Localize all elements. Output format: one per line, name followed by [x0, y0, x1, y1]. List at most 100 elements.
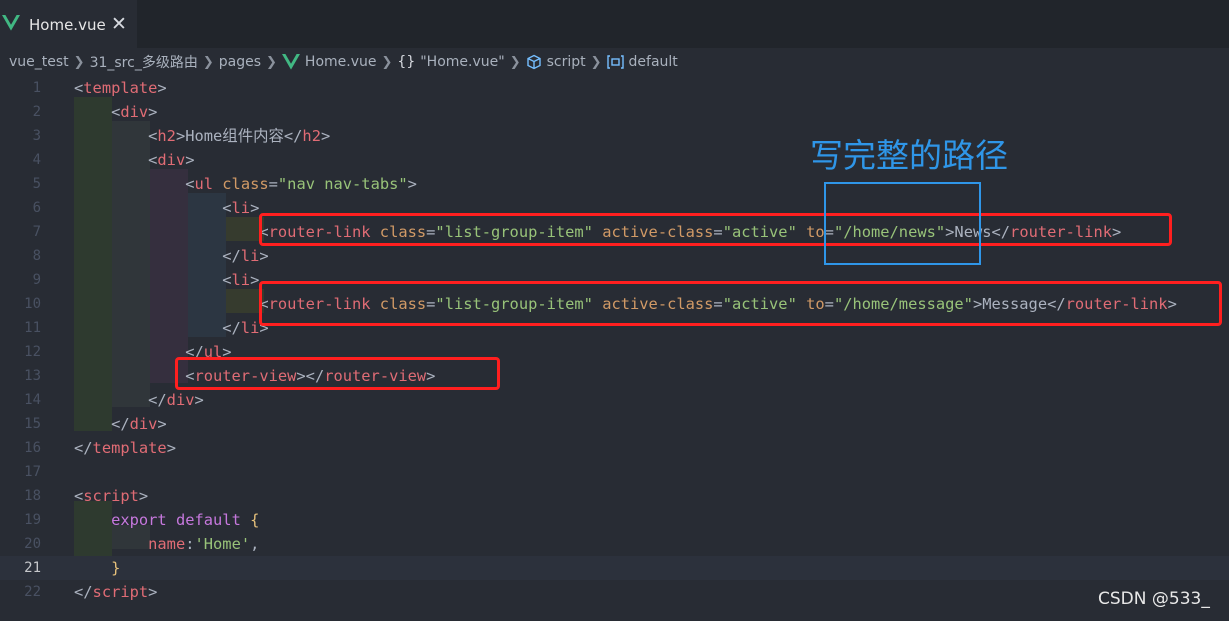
code-token: > [1111, 223, 1122, 241]
line-number: 13 [24, 368, 41, 384]
line-number: 14 [24, 392, 41, 408]
code-token: div [166, 391, 195, 409]
variable-icon [606, 55, 624, 69]
breadcrumb-item[interactable]: vue_test [9, 54, 69, 70]
code-token: active-class [592, 295, 714, 313]
code-token: "list-group-item" [435, 223, 593, 241]
code-token: > [320, 127, 331, 145]
code-text: </template> [74, 436, 176, 460]
code-token: class [370, 295, 427, 313]
chevron-right-icon: ❯ [381, 54, 393, 70]
breadcrumb: vue_test ❯ 31_src_多级路由 ❯ pages ❯ Home.vu… [9, 51, 678, 73]
code-token: </ [74, 439, 93, 457]
line-number: 10 [24, 296, 41, 312]
code-line[interactable]: 16 </template> [0, 436, 1229, 460]
code-token: li [240, 319, 260, 337]
code-token: export [111, 511, 167, 529]
code-line[interactable]: 6 <li> [0, 196, 1229, 220]
code-token: = [713, 223, 723, 241]
code-line[interactable]: 13 <router-view></router-view> [0, 364, 1229, 388]
line-number: 8 [32, 248, 41, 264]
code-token: < [74, 151, 158, 169]
code-token: { [250, 511, 260, 529]
code-token: template [92, 439, 167, 457]
code-token: li [231, 271, 251, 289]
code-line[interactable]: 3 <h2>Home组件内容</h2> [0, 124, 1229, 148]
chevron-right-icon: ❯ [509, 54, 521, 70]
code-token: to [796, 295, 825, 313]
code-text: </script> [74, 580, 157, 604]
code-text: </ul> [74, 340, 231, 364]
code-token: router-view [194, 367, 297, 385]
code-text: <script> [74, 484, 148, 508]
code-text: <div> [74, 148, 194, 172]
breadcrumb-item[interactable]: default [629, 54, 678, 70]
code-token: 'Home' [194, 535, 251, 553]
line-number: 4 [32, 152, 41, 168]
code-line[interactable]: 1 <template> [0, 76, 1229, 100]
code-token: </ [991, 223, 1011, 241]
vue-file-icon [281, 54, 300, 70]
code-token: </ [74, 343, 204, 361]
code-token: > [407, 175, 417, 193]
code-line[interactable]: 4 <div> [0, 148, 1229, 172]
code-token: > [166, 439, 176, 457]
code-token: router-link [1065, 295, 1168, 313]
code-line[interactable]: 9 <li> [0, 268, 1229, 292]
code-line[interactable]: 11 </li> [0, 316, 1229, 340]
breadcrumb-item[interactable]: "Home.vue" [420, 54, 504, 70]
breadcrumb-item[interactable]: Home.vue [305, 54, 377, 70]
code-line[interactable]: 7 <router-link class="list-group-item" a… [0, 220, 1229, 244]
code-token: > [138, 487, 149, 505]
code-token: > [148, 103, 158, 121]
code-token: > [250, 199, 260, 217]
code-text: </div> [74, 412, 167, 436]
code-token: "active" [722, 223, 797, 241]
line-number: 6 [32, 200, 41, 216]
code-text: <router-view></router-view> [74, 364, 435, 388]
code-line[interactable]: 5 <ul class="nav nav-tabs"> [0, 172, 1229, 196]
code-line[interactable]: 15 </div> [0, 412, 1229, 436]
code-token: ></ [296, 367, 325, 385]
tab-home-vue[interactable]: Home.vue ✕ [0, 0, 137, 48]
code-token: "/home/message" [833, 295, 973, 313]
line-number: 17 [24, 464, 41, 480]
code-token: </ [1047, 295, 1066, 313]
code-line[interactable]: 20 name:'Home', [0, 532, 1229, 556]
chevron-right-icon: ❯ [73, 54, 85, 70]
code-line[interactable]: 22 </script> [0, 580, 1229, 604]
line-number: 9 [32, 272, 41, 288]
code-line[interactable]: 17 [0, 460, 1229, 484]
breadcrumb-item[interactable]: 31_src_多级路由 [90, 52, 198, 72]
vue-file-icon [2, 15, 20, 31]
breadcrumb-item[interactable]: script [547, 54, 586, 70]
close-icon[interactable]: ✕ [111, 13, 127, 35]
code-token: < [74, 487, 84, 505]
code-line[interactable]: 19 export default { [0, 508, 1229, 532]
code-line[interactable]: 18 <script> [0, 484, 1229, 508]
code-token: < [74, 295, 269, 313]
code-line[interactable]: 21 } [0, 556, 1229, 580]
code-line[interactable]: 12 </ul> [0, 340, 1229, 364]
code-line[interactable]: 10 <router-link class="list-group-item" … [0, 292, 1229, 316]
code-text: export default { [74, 508, 259, 532]
code-token: = [824, 295, 834, 313]
code-token: } [111, 559, 121, 577]
breadcrumb-item[interactable]: pages [219, 54, 261, 70]
line-number: 1 [32, 80, 41, 96]
code-token: router-view [324, 367, 427, 385]
code-token: div [120, 103, 149, 121]
line-number: 21 [24, 560, 41, 576]
code-token: div [129, 415, 158, 433]
code-text: <router-link class="list-group-item" act… [74, 292, 1177, 316]
code-line[interactable]: 8 </li> [0, 244, 1229, 268]
code-text: <template> [74, 76, 167, 100]
code-token: < [74, 127, 158, 145]
code-line[interactable]: 2 <div> [0, 100, 1229, 124]
line-number: 2 [32, 104, 41, 120]
code-line[interactable]: 14 </div> [0, 388, 1229, 412]
line-number: 15 [24, 416, 41, 432]
watermark: CSDN @533_ [1098, 589, 1210, 609]
